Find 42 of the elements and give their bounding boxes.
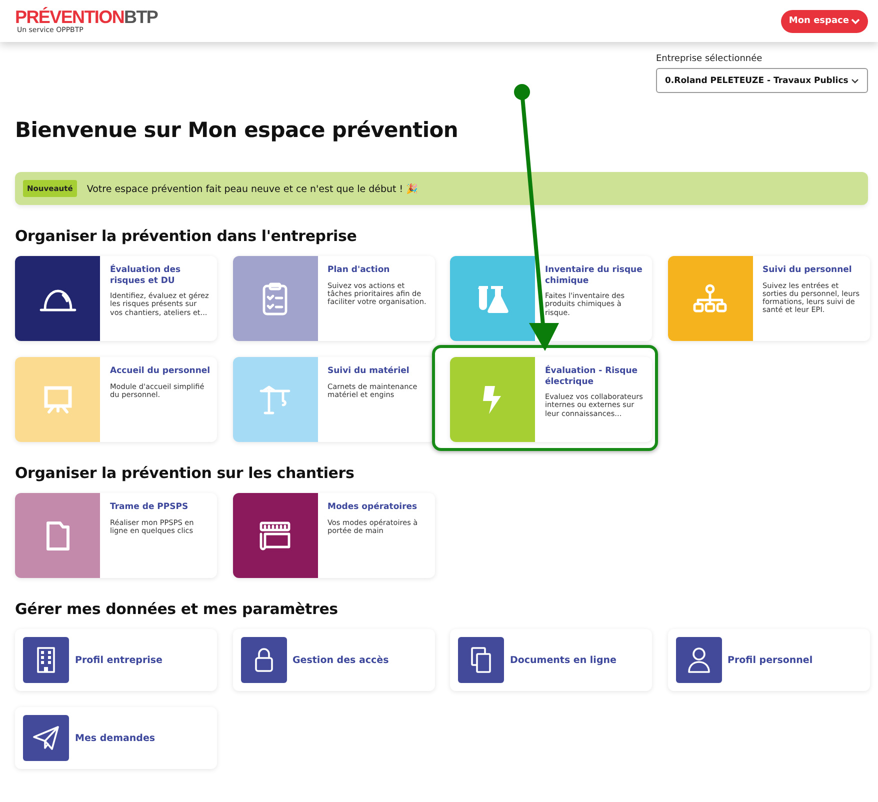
settings-title: Profil personnel [728,654,813,666]
documents-icon [470,647,492,673]
settings-card[interactable]: Profil personnel [668,629,870,691]
hierarchy-icon [693,284,727,314]
module-title: Inventaire du risque chimique [545,265,644,286]
company-select[interactable]: 0.Roland PELETEUZE - Travaux Publics [656,68,868,93]
module-title: Évaluation - Risque électrique [545,366,639,388]
module-title: Plan d'action [328,265,391,276]
account-button[interactable]: Mon espace [780,10,868,32]
lab-flask-icon [476,284,508,314]
module-title: Suivi du matériel [328,366,410,377]
chevron-down-icon [851,78,859,84]
chevron-down-icon [851,18,860,24]
settings-card[interactable]: Documents en ligne [450,629,652,691]
clipboard-icon [262,282,288,316]
module-title: Modes opératoires [328,502,418,513]
module-title: Accueil du personnel [110,366,211,377]
section-heading: Gérer mes données et mes paramètres [15,600,339,618]
page-title: Bienvenue sur Mon espace prévention [15,118,460,142]
logo[interactable]: PRÉVENTIONBTP [15,8,158,26]
settings-title: Documents en ligne [510,654,616,666]
settings-title: Gestion des accès [292,654,389,666]
settings-card[interactable]: Profil entreprise [15,629,217,691]
settings-title: Mes demandes [75,732,156,744]
padlock-icon [254,647,274,673]
crane-icon [259,384,291,414]
company-select-label: Entreprise sélectionnée [656,54,764,64]
section-heading: Organiser la prévention dans l'entreprise [15,227,358,245]
settings-card[interactable]: Mes demandes [15,707,217,769]
folder-icon [46,520,70,550]
presentation-board-icon [42,384,72,414]
settings-card[interactable]: Gestion des accès [232,629,434,691]
module-title: Suivi du personnel [762,265,853,276]
ruler-drawing-icon [259,520,291,550]
settings-title: Profil entreprise [75,654,162,666]
banner-message: Votre espace prévention fait peau neuve et ce n'est que le début ! 🎉 [86,182,418,194]
building-icon [36,647,56,673]
module-title: Évaluation des risques et DU [110,265,182,286]
user-icon [686,647,710,673]
section-heading: Organiser la prévention sur les chantiers [15,464,356,482]
module-title: Trame de PPSPS [110,502,190,513]
paper-plane-icon [33,726,59,750]
